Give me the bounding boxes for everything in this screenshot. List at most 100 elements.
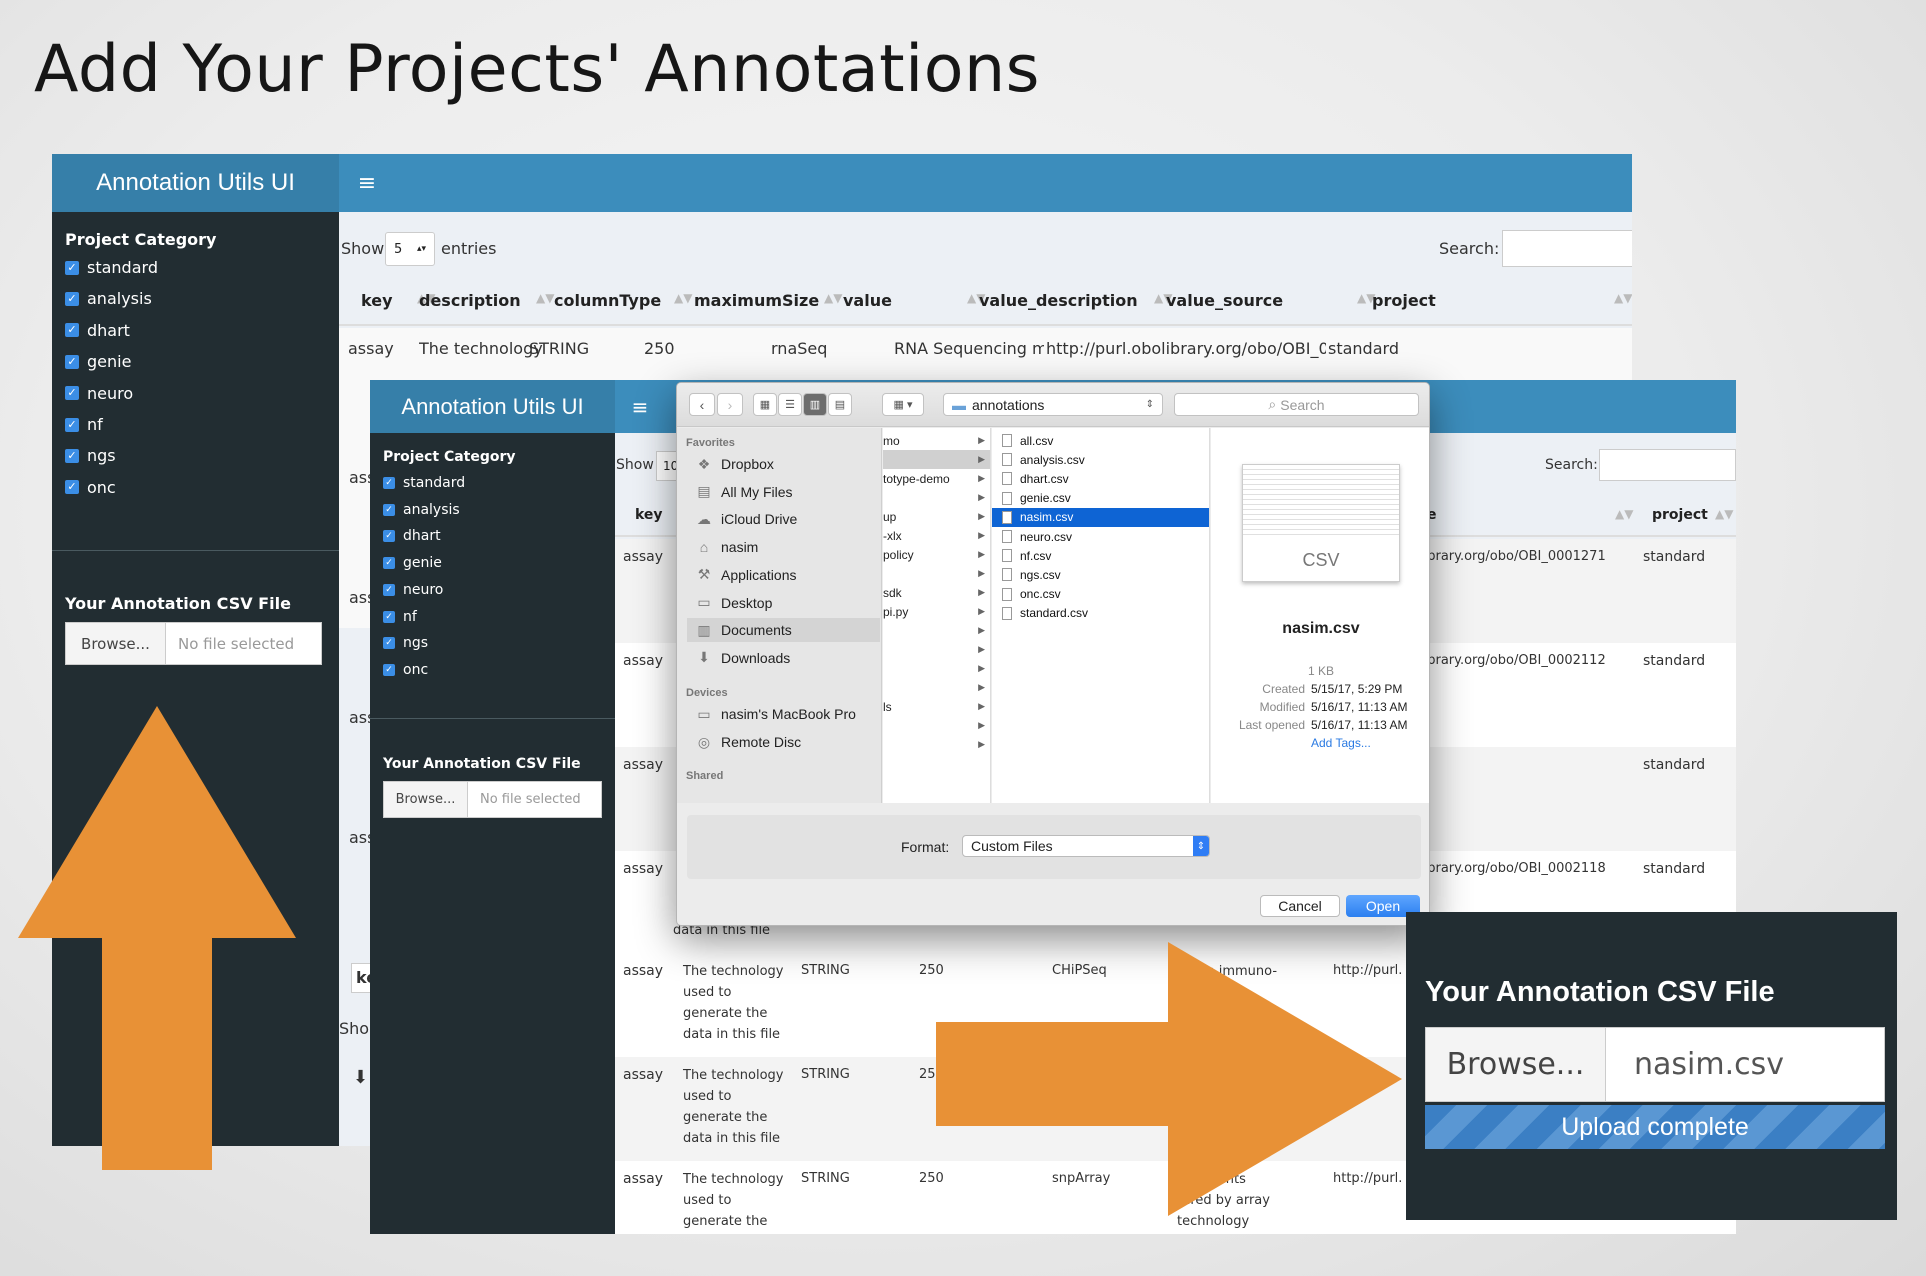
column-item[interactable]: sdk ▶ (883, 583, 990, 602)
file-input[interactable]: Browse... No file selected (65, 622, 322, 665)
file-input[interactable]: Browse... No file selected (383, 781, 602, 818)
icon-view-button[interactable]: ▦ (753, 393, 777, 416)
back-button[interactable]: ‹ (689, 393, 715, 416)
category-checkbox[interactable]: ✓ genie (65, 352, 131, 371)
column-item[interactable]: ▶ (883, 640, 990, 659)
browse-button[interactable]: Browse... (66, 623, 166, 664)
forward-button[interactable]: › (717, 393, 743, 416)
column-item[interactable]: pi.py ▶ (883, 602, 990, 621)
file-item[interactable]: onc.csv (992, 585, 1209, 604)
checkbox-checked-icon[interactable]: ✓ (65, 448, 79, 463)
device-item[interactable]: ▭ nasim's MacBook Pro (695, 702, 856, 726)
col-header-columnType[interactable]: columnType (554, 291, 661, 310)
checkbox-checked-icon[interactable]: ✓ (383, 557, 395, 570)
checkbox-checked-icon[interactable]: ✓ (383, 637, 395, 650)
column-item[interactable]: ▶ (883, 716, 990, 735)
checkbox-checked-icon[interactable]: ✓ (383, 583, 395, 596)
browse-button[interactable]: Browse... (1426, 1028, 1606, 1101)
column-item[interactable]: mo ▶ (883, 431, 990, 450)
checkbox-checked-icon[interactable]: ✓ (383, 610, 395, 623)
column-item[interactable]: ▶ (883, 564, 990, 583)
column-view-button[interactable]: ▥ (803, 393, 827, 416)
column-item[interactable]: ▶ (883, 678, 990, 697)
col-header-key[interactable]: key (635, 507, 663, 523)
category-checkbox[interactable]: ✓ standard (383, 475, 465, 491)
category-checkbox[interactable]: ✓ dhart (65, 321, 130, 340)
search-input[interactable] (1502, 230, 1632, 267)
cancel-button[interactable]: Cancel (1260, 895, 1340, 917)
file-item[interactable]: genie.csv (992, 489, 1209, 508)
browse-button[interactable]: Browse... (384, 782, 468, 817)
category-checkbox[interactable]: ✓ neuro (65, 384, 133, 403)
hamburger-icon[interactable]: ≡ (339, 154, 395, 212)
category-checkbox[interactable]: ✓ onc (383, 662, 428, 678)
column-item[interactable]: totype-demo ▶ (883, 469, 990, 488)
column-item[interactable]: ls ▶ (883, 697, 990, 716)
column-item[interactable]: up ▶ (883, 507, 990, 526)
checkbox-checked-icon[interactable]: ✓ (65, 323, 79, 338)
col-header-project[interactable]: project (1372, 291, 1436, 310)
format-select[interactable]: Custom Files ⇕ (962, 835, 1210, 857)
list-view-button[interactable]: ☰ (778, 393, 802, 416)
col-header-description[interactable]: description (419, 291, 521, 310)
sidebar-item-nasim[interactable]: ⌂ nasim (687, 535, 880, 559)
checkbox-checked-icon[interactable]: ✓ (65, 291, 79, 306)
category-checkbox[interactable]: ✓ nf (65, 415, 103, 434)
column-item[interactable]: ▶ (883, 621, 990, 640)
file-input[interactable]: Browse... nasim.csv (1425, 1027, 1885, 1102)
col-header-maximumSize[interactable]: maximumSize (694, 291, 819, 310)
category-checkbox[interactable]: ✓ neuro (383, 582, 443, 598)
sidebar-item-downloads[interactable]: ⬇ Downloads (687, 646, 880, 670)
app-logo[interactable]: Annotation Utils UI (52, 154, 339, 212)
checkbox-checked-icon[interactable]: ✓ (383, 530, 395, 543)
column-item[interactable]: ▶ (883, 450, 990, 469)
category-checkbox[interactable]: ✓ analysis (65, 289, 152, 308)
device-item[interactable]: ◎ Remote Disc (695, 730, 801, 754)
checkbox-checked-icon[interactable]: ✓ (383, 503, 395, 516)
arrange-button[interactable]: ▦ ▾ (882, 393, 924, 416)
checkbox-checked-icon[interactable]: ✓ (65, 386, 79, 401)
col-header-value-source[interactable]: value_source (1166, 291, 1283, 310)
download-icon[interactable]: ⬇ (353, 1067, 368, 1088)
category-checkbox[interactable]: ✓ genie (383, 555, 442, 571)
col-header-value-description[interactable]: value_description (979, 291, 1138, 310)
file-item[interactable]: dhart.csv (992, 469, 1209, 488)
search-input[interactable] (1599, 449, 1736, 481)
sidebar-item-all-my-files[interactable]: ▤ All My Files (687, 480, 880, 504)
checkbox-checked-icon[interactable]: ✓ (383, 663, 395, 676)
col-header-project[interactable]: project (1652, 507, 1708, 523)
checkbox-checked-icon[interactable]: ✓ (65, 260, 79, 275)
col-header-key[interactable]: key (361, 291, 393, 310)
category-checkbox[interactable]: ✓ onc (65, 478, 116, 497)
file-item[interactable]: neuro.csv (992, 527, 1209, 546)
category-checkbox[interactable]: ✓ nf (383, 609, 417, 625)
app-logo[interactable]: Annotation Utils UI (370, 380, 615, 433)
column-item[interactable]: -xlx ▶ (883, 526, 990, 545)
file-item[interactable]: nf.csv (992, 546, 1209, 565)
category-checkbox[interactable]: ✓ ngs (65, 446, 116, 465)
file-item[interactable]: ngs.csv (992, 565, 1209, 584)
sidebar-item-desktop[interactable]: ▭ Desktop (687, 591, 880, 615)
file-item[interactable]: standard.csv (992, 604, 1209, 623)
sidebar-item-icloud-drive[interactable]: ☁ iCloud Drive (687, 507, 880, 531)
category-checkbox[interactable]: ✓ analysis (383, 502, 460, 518)
hamburger-icon[interactable]: ≡ (615, 380, 665, 433)
sidebar-item-applications[interactable]: ⚒ Applications (687, 563, 880, 587)
column-item[interactable]: ▶ (883, 659, 990, 678)
checkbox-checked-icon[interactable]: ✓ (65, 417, 79, 432)
checkbox-checked-icon[interactable]: ✓ (65, 480, 79, 495)
sidebar-item-dropbox[interactable]: ❖ Dropbox (687, 452, 880, 476)
column-item[interactable]: ▶ (883, 488, 990, 507)
category-checkbox[interactable]: ✓ standard (65, 258, 158, 277)
col-header-value[interactable]: value (843, 291, 892, 310)
column-item[interactable]: policy ▶ (883, 545, 990, 564)
path-popup[interactable]: ▬ annotations ⇕ (943, 393, 1163, 416)
entries-select[interactable]: 5 ▴▾ (385, 232, 435, 266)
sidebar-item-documents[interactable]: ▥ Documents (687, 618, 880, 643)
category-checkbox[interactable]: ✓ ngs (383, 635, 428, 651)
category-checkbox[interactable]: ✓ dhart (383, 528, 441, 544)
checkbox-checked-icon[interactable]: ✓ (65, 354, 79, 369)
checkbox-checked-icon[interactable]: ✓ (383, 477, 395, 489)
finder-search-input[interactable]: ⌕ Search (1174, 393, 1419, 416)
file-item[interactable]: nasim.csv (992, 507, 1209, 527)
